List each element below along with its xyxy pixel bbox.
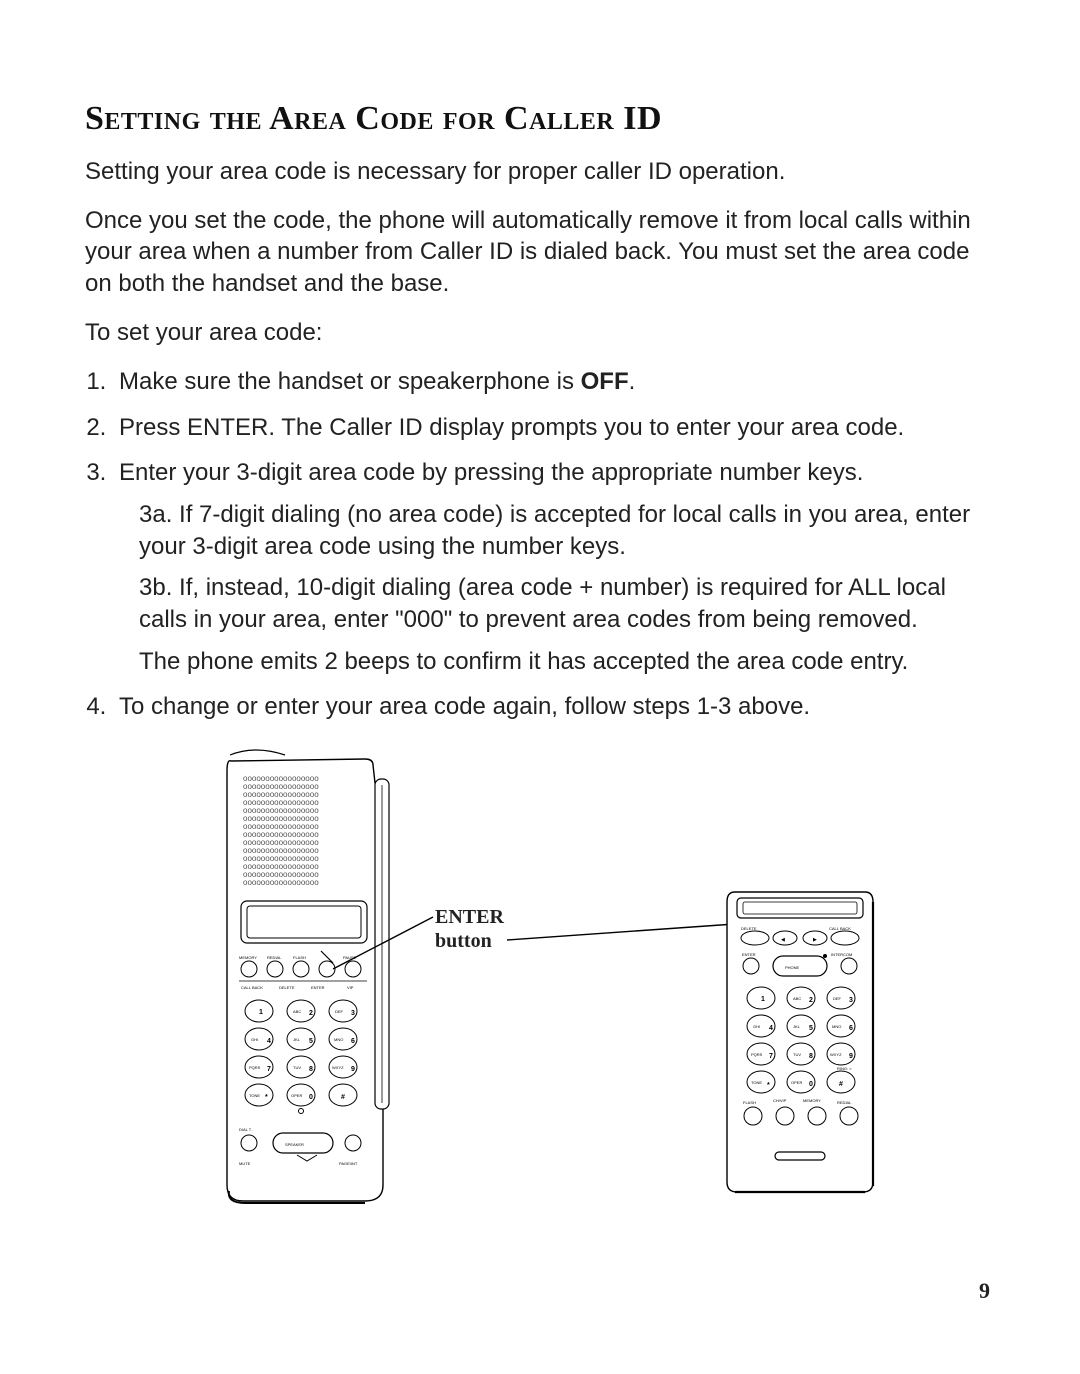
svg-text:TONE: TONE bbox=[751, 1080, 762, 1085]
svg-text:◀: ◀ bbox=[781, 937, 785, 943]
svg-text:0: 0 bbox=[809, 1081, 813, 1088]
paragraph-2: Once you set the code, the phone will au… bbox=[85, 205, 990, 299]
svg-text:2: 2 bbox=[809, 997, 813, 1004]
enter-label-line2: button bbox=[435, 929, 504, 953]
section-title: Setting the Area Code for Caller ID bbox=[85, 100, 990, 138]
svg-text:GHI: GHI bbox=[753, 1024, 760, 1029]
svg-text:DIAL T .: DIAL T . bbox=[239, 1127, 253, 1132]
svg-text:9: 9 bbox=[351, 1066, 355, 1073]
svg-text:DELETE: DELETE bbox=[279, 985, 295, 990]
svg-text:MNO: MNO bbox=[832, 1024, 841, 1029]
svg-text:*: * bbox=[767, 1082, 770, 1089]
svg-text:5: 5 bbox=[809, 1025, 813, 1032]
svg-text:7: 7 bbox=[769, 1053, 773, 1060]
svg-text:TUV: TUV bbox=[793, 1052, 801, 1057]
step-3b: 3b. If, instead, 10-digit dialing (area … bbox=[139, 572, 990, 635]
svg-text:8: 8 bbox=[309, 1066, 313, 1073]
svg-text:CH/VIP: CH/VIP bbox=[773, 1098, 787, 1103]
svg-text:CALL BACK: CALL BACK bbox=[241, 985, 263, 990]
svg-text:PHONE: PHONE bbox=[785, 965, 800, 970]
svg-text:OPER: OPER bbox=[291, 1093, 302, 1098]
phone-base-illustration: ooooooooooooooooo ooooooooooooooooo oooo… bbox=[225, 745, 405, 1205]
svg-text:PAGE/INT: PAGE/INT bbox=[339, 1161, 358, 1166]
svg-text:RING: >: RING: > bbox=[837, 1066, 852, 1071]
svg-text:1: 1 bbox=[259, 1009, 263, 1016]
svg-text:MEMORY: MEMORY bbox=[803, 1098, 821, 1103]
svg-text:GHI: GHI bbox=[251, 1037, 258, 1042]
steps-list: Make sure the handset or speakerphone is… bbox=[85, 366, 990, 723]
enter-label-line1: ENTER bbox=[435, 905, 504, 929]
svg-text:6: 6 bbox=[849, 1025, 853, 1032]
svg-text:TUV: TUV bbox=[293, 1065, 301, 1070]
svg-text:FLASH: FLASH bbox=[293, 955, 306, 960]
svg-text:#: # bbox=[839, 1081, 843, 1088]
svg-text:DEF: DEF bbox=[833, 996, 842, 1001]
svg-text:5: 5 bbox=[309, 1038, 313, 1045]
paragraph-3: To set your area code: bbox=[85, 317, 990, 348]
step-3-text: Enter your 3-digit area code by pressing… bbox=[119, 459, 863, 486]
svg-text:PQRS: PQRS bbox=[751, 1052, 763, 1057]
svg-text:3: 3 bbox=[849, 997, 853, 1004]
svg-text:#: # bbox=[341, 1094, 345, 1101]
figure: ooooooooooooooooo ooooooooooooooooo oooo… bbox=[85, 745, 990, 1285]
svg-text:*: * bbox=[265, 1094, 268, 1101]
svg-text:JKL: JKL bbox=[793, 1024, 801, 1029]
step-1: Make sure the handset or speakerphone is… bbox=[113, 366, 990, 398]
step-1-off: OFF bbox=[581, 368, 629, 395]
svg-text:4: 4 bbox=[769, 1025, 773, 1032]
step-3-note: The phone emits 2 beeps to confirm it ha… bbox=[139, 646, 990, 678]
svg-text:ENTER: ENTER bbox=[311, 985, 325, 990]
svg-text:MUTE: MUTE bbox=[239, 1161, 251, 1166]
svg-text:ABC: ABC bbox=[793, 996, 801, 1001]
svg-text:4: 4 bbox=[267, 1038, 271, 1045]
svg-text:9: 9 bbox=[849, 1053, 853, 1060]
paragraph-1: Setting your area code is necessary for … bbox=[85, 156, 990, 187]
svg-text:8: 8 bbox=[809, 1053, 813, 1060]
svg-text:MEMORY: MEMORY bbox=[239, 955, 257, 960]
svg-text:ooooooooooooooooo: ooooooooooooooooo bbox=[243, 878, 319, 887]
step-2: Press ENTER. The Caller ID display promp… bbox=[113, 412, 990, 444]
svg-text:CALL BACK: CALL BACK bbox=[829, 926, 851, 931]
svg-text:WXYZ: WXYZ bbox=[830, 1052, 842, 1057]
step-4: To change or enter your area code again,… bbox=[113, 691, 990, 723]
svg-text:1: 1 bbox=[761, 996, 765, 1003]
svg-text:PQRS: PQRS bbox=[249, 1065, 261, 1070]
svg-text:OPER: OPER bbox=[791, 1080, 802, 1085]
step-1-text-c: . bbox=[629, 368, 636, 395]
svg-text:ENTER: ENTER bbox=[742, 952, 756, 957]
page-number: 9 bbox=[979, 1278, 990, 1304]
svg-text:DEF: DEF bbox=[335, 1009, 344, 1014]
svg-text:REDIAL: REDIAL bbox=[267, 955, 282, 960]
svg-text:TONE: TONE bbox=[249, 1093, 260, 1098]
step-1-text-a: Make sure the handset or speakerphone is bbox=[119, 368, 581, 395]
svg-text:ABC: ABC bbox=[293, 1009, 301, 1014]
svg-text:0: 0 bbox=[309, 1094, 313, 1101]
svg-text:REDIAL: REDIAL bbox=[837, 1100, 852, 1105]
svg-text:6: 6 bbox=[351, 1038, 355, 1045]
svg-text:JKL: JKL bbox=[293, 1037, 301, 1042]
svg-text:DELETE: DELETE bbox=[741, 926, 757, 931]
svg-text:MNO: MNO bbox=[334, 1037, 343, 1042]
svg-text:PAUSE: PAUSE bbox=[343, 955, 357, 960]
svg-text:SPEAKER: SPEAKER bbox=[285, 1142, 304, 1147]
step-3a: 3a. If 7-digit dialing (no area code) is… bbox=[139, 499, 990, 562]
page-content: Setting the Area Code for Caller ID Sett… bbox=[85, 100, 990, 737]
svg-text:WXYZ: WXYZ bbox=[332, 1065, 344, 1070]
svg-text:▶: ▶ bbox=[813, 937, 817, 943]
svg-text:3: 3 bbox=[351, 1010, 355, 1017]
svg-text:7: 7 bbox=[267, 1066, 271, 1073]
handset-illustration: DELETE CALL BACK ◀ ▶ ENTER PHONE INTERCO… bbox=[725, 890, 875, 1195]
svg-text:FLASH: FLASH bbox=[743, 1100, 756, 1105]
svg-text:INTERCOM: INTERCOM bbox=[831, 952, 852, 957]
svg-text:2: 2 bbox=[309, 1010, 313, 1017]
svg-text:VIP: VIP bbox=[347, 985, 354, 990]
enter-button-label: ENTER button bbox=[435, 905, 504, 953]
step-3: Enter your 3-digit area code by pressing… bbox=[113, 457, 990, 677]
